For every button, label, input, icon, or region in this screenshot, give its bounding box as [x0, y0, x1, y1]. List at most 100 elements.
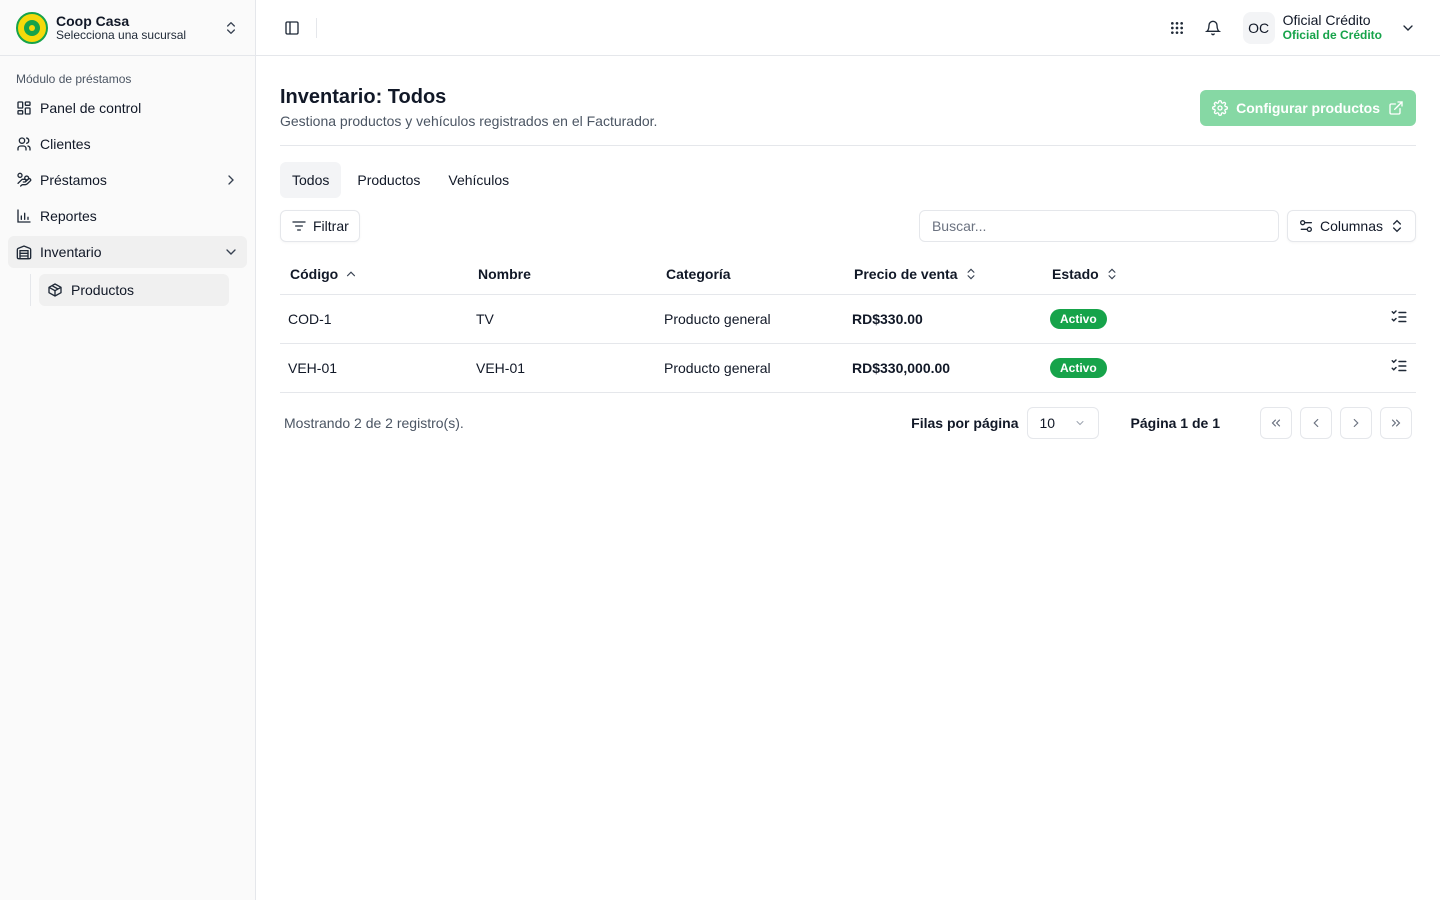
next-page-button[interactable]: [1340, 406, 1372, 439]
user-name: Oficial Crédito: [1282, 12, 1371, 29]
section-label: Módulo de préstamos: [16, 72, 132, 86]
configure-products-label: Configurar productos: [1236, 100, 1380, 116]
filter-button[interactable]: Filtrar: [280, 210, 360, 242]
avatar: OC: [1242, 11, 1275, 44]
sidebar-item-inventory[interactable]: Inventario: [8, 236, 247, 268]
configure-products-button[interactable]: Configurar productos: [1200, 90, 1416, 126]
inventory-table: Código Nombre Categoría Precio de venta …: [280, 254, 1416, 393]
cell-category: Producto general: [656, 343, 844, 393]
rows-per-page-select[interactable]: 10: [1026, 406, 1099, 439]
col-status-label: Estado: [1052, 265, 1099, 282]
list-checks-icon[interactable]: [1390, 308, 1408, 326]
columns-button[interactable]: Columnas: [1286, 210, 1416, 242]
tab-vehicles[interactable]: Vehículos: [436, 162, 521, 198]
filter-lines-icon: [292, 221, 306, 231]
apps-button[interactable]: [1163, 14, 1191, 42]
last-page-button[interactable]: [1380, 406, 1412, 439]
sidebar-subitem-label: Productos: [71, 282, 135, 298]
org-text: Coop Casa Selecciona una sucursal: [56, 13, 215, 43]
inventory-tabs: Todos Productos Vehículos: [280, 162, 1416, 198]
col-category-label: Categoría: [666, 265, 731, 282]
chevron-down-icon: [1403, 24, 1413, 31]
table-header-row: Código Nombre Categoría Precio de venta …: [280, 254, 1416, 295]
table-toolbar: Filtrar Columnas: [280, 210, 1416, 242]
user-text: Oficial Crédito Oficial de Crédito: [1282, 12, 1382, 42]
sidebar-item-dashboard[interactable]: Panel de control: [8, 92, 247, 124]
sidebar-item-label: Inventario: [40, 244, 102, 260]
bar-chart-icon: [17, 209, 31, 223]
sidebar-item-label: Clientes: [40, 136, 91, 152]
layout-grid-icon: [17, 101, 31, 115]
first-page-button[interactable]: [1260, 406, 1292, 439]
user-role: Oficial de Crédito: [1282, 27, 1382, 42]
sidebar-nav: Panel de control Clientes Préstamos Repo…: [0, 92, 255, 306]
previous-page-button[interactable]: [1300, 406, 1332, 439]
hand-coins-icon: [17, 172, 32, 187]
cell-name: VEH-01: [468, 343, 656, 393]
sidebar-toggle-button[interactable]: [278, 14, 306, 42]
panel-left-icon: [285, 20, 299, 35]
records-info: Mostrando 2 de 2 registro(s).: [284, 414, 464, 431]
rows-per-page-value: 10: [1039, 414, 1056, 431]
filter-label: Filtrar: [313, 218, 349, 234]
tab-products[interactable]: Productos: [345, 162, 432, 198]
sidebar-item-loans[interactable]: Préstamos: [8, 164, 247, 196]
grid-dots-icon: [1170, 21, 1183, 34]
page-indicator: Página 1 de 1: [1130, 414, 1220, 431]
cell-code: VEH-01: [280, 343, 468, 393]
org-name: Coop Casa: [56, 12, 130, 29]
chevron-down-icon: [1076, 420, 1084, 425]
search-input[interactable]: [918, 210, 1279, 242]
sidebar-item-clients[interactable]: Clientes: [8, 128, 247, 160]
status-badge: Activo: [1050, 357, 1107, 378]
settings-icon: [1212, 100, 1229, 116]
sidebar-item-label: Reportes: [40, 208, 97, 224]
pagination-bar: Mostrando 2 de 2 registro(s). Filas por …: [280, 406, 1416, 439]
cell-status: Activo: [1042, 343, 1368, 393]
inventory-subnav: Productos: [30, 274, 247, 306]
page-header: Inventario: Todos Gestiona productos y v…: [280, 86, 1416, 146]
cell-code: COD-1: [280, 294, 468, 344]
external-link-icon: [1389, 101, 1403, 115]
page-title: Inventario: Todos: [280, 86, 447, 108]
chevron-right-icon: [1353, 418, 1359, 427]
chevrons-up-down-icon: [227, 21, 235, 34]
cell-price: RD$330.00: [844, 294, 1042, 344]
col-category-header: Categoría: [656, 254, 844, 295]
col-price-label: Precio de venta: [854, 265, 958, 282]
page-subtitle: Gestiona productos y vehículos registrad…: [280, 113, 658, 129]
table-row: VEH-01 VEH-01 Producto general RD$330,00…: [280, 343, 1416, 393]
chevrons-up-down-icon: [1393, 219, 1401, 233]
cell-price: RD$330,000.00: [844, 343, 1042, 393]
sidebar-subitem-products[interactable]: Productos: [39, 274, 229, 306]
rows-per-page-label: Filas por página: [911, 414, 1019, 431]
col-price-header[interactable]: Precio de venta: [844, 254, 1042, 295]
cell-actions: [1368, 294, 1416, 344]
content: Inventario: Todos Gestiona productos y v…: [256, 56, 1440, 463]
coop-logo: [16, 11, 48, 44]
col-code-label: Código: [290, 265, 339, 282]
sidebar-item-reports[interactable]: Reportes: [8, 200, 247, 232]
table-row: COD-1 TV Producto general RD$330.00 Acti…: [280, 294, 1416, 344]
cell-actions: [1368, 343, 1416, 393]
package-icon: [48, 283, 62, 297]
org-subtitle: Selecciona una sucursal: [56, 27, 187, 42]
notifications-button[interactable]: [1199, 14, 1227, 42]
bell-icon: [1204, 20, 1221, 35]
chevron-down-icon: [226, 249, 236, 255]
warehouse-icon: [16, 245, 32, 260]
chevrons-up-down-icon: [967, 268, 974, 280]
chevrons-right-icon: [1391, 419, 1401, 426]
list-checks-icon[interactable]: [1390, 357, 1408, 375]
sidebar: Coop Casa Selecciona una sucursal Módulo…: [0, 0, 256, 900]
col-code-header[interactable]: Código: [280, 254, 468, 295]
sidebar-item-label: Panel de control: [40, 100, 142, 116]
branch-switcher[interactable]: Coop Casa Selecciona una sucursal: [0, 0, 255, 56]
tab-all[interactable]: Todos: [280, 162, 342, 198]
col-status-header[interactable]: Estado: [1042, 254, 1368, 295]
users-icon: [17, 137, 31, 151]
user-menu[interactable]: OC Oficial Crédito Oficial de Crédito: [1242, 11, 1416, 44]
chevron-left-icon: [1313, 418, 1319, 427]
cell-category: Producto general: [656, 294, 844, 344]
col-name-header: Nombre: [468, 254, 656, 295]
